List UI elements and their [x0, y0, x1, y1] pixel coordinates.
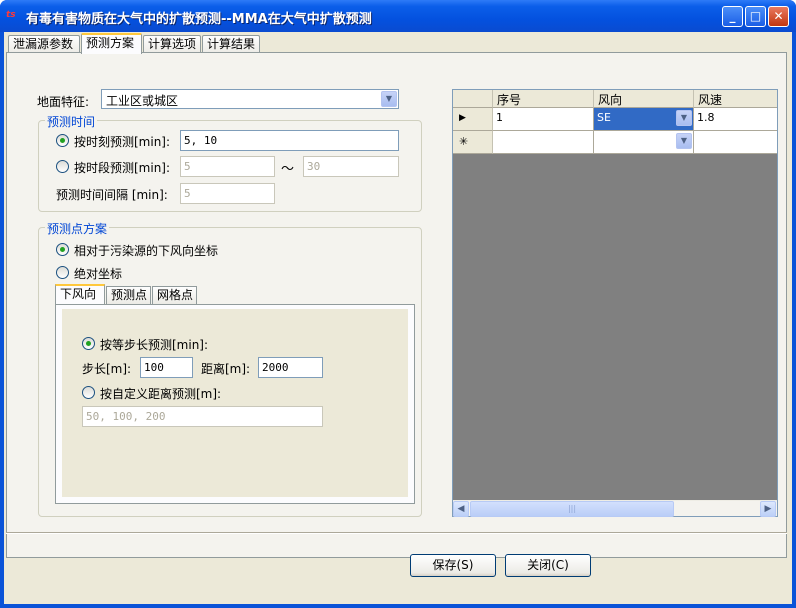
moment-label: 按时刻预测[min]:: [74, 135, 171, 149]
tab-prediction-scheme[interactable]: 预测方案: [81, 33, 142, 54]
distance-label: 距离[m]:: [201, 362, 251, 376]
tab-leak-source[interactable]: 泄漏源参数: [8, 35, 80, 53]
col-header-speed[interactable]: 风速: [694, 90, 777, 108]
cell-direction-select[interactable]: SE ▼: [594, 108, 694, 131]
prediction-time-group: 预测时间 按时刻预测[min]: 5, 10 按时段预测[min]: 5 ～ 3…: [38, 113, 422, 212]
period-label: 按时段预测[min]:: [74, 161, 171, 175]
custom-distance-input[interactable]: 50, 100, 200: [82, 406, 323, 427]
row-indicator-new[interactable]: ✳: [453, 131, 493, 154]
scrollbar-thumb[interactable]: |||: [470, 501, 674, 517]
minimize-button[interactable]: _: [722, 6, 743, 27]
maximize-button[interactable]: □: [745, 6, 766, 27]
downwind-subpage: 按等步长预测[min]: 步长[m]: 100 距离[m]: 2000 按自定义…: [55, 304, 415, 504]
cell-direction-value: SE: [597, 111, 611, 124]
chevron-down-icon[interactable]: ▼: [676, 110, 692, 126]
period-from-input[interactable]: 5: [180, 156, 275, 177]
app-icon: ts: [6, 10, 16, 20]
distance-input[interactable]: 2000: [258, 357, 323, 378]
equal-step-radio[interactable]: [82, 337, 95, 350]
ground-feature-select[interactable]: 工业区或城区 ▼: [101, 89, 399, 109]
absolute-coords-radio[interactable]: [56, 266, 69, 279]
arrow-left-icon[interactable]: ◀: [453, 501, 469, 517]
close-button[interactable]: 关闭(C): [505, 554, 591, 577]
close-window-button[interactable]: ✕: [768, 6, 789, 27]
period-to-input[interactable]: 30: [303, 156, 399, 177]
interval-input[interactable]: 5: [180, 183, 275, 204]
ground-feature-value: 工业区或城区: [106, 94, 179, 108]
grid-corner-header: [453, 90, 493, 108]
bottom-separator: [6, 532, 787, 534]
client-area: 泄漏源参数 预测方案 计算选项 计算结果 地面特征: 工业区或城区 ▼ 预测时间…: [4, 32, 792, 604]
col-header-direction[interactable]: 风向: [594, 90, 694, 108]
tab-calc-options[interactable]: 计算选项: [143, 35, 201, 53]
absolute-coords-label: 绝对坐标: [74, 267, 123, 281]
period-tilde: ～: [281, 162, 295, 177]
row-indicator-current[interactable]: ▶: [453, 108, 493, 131]
relative-coords-label: 相对于污染源的下风向坐标: [74, 244, 219, 258]
tab-page-prediction-scheme: 地面特征: 工业区或城区 ▼ 预测时间 按时刻预测[min]: 5, 10 按时…: [6, 52, 787, 558]
moment-input[interactable]: 5, 10: [180, 130, 399, 151]
subtab-downwind[interactable]: 下风向: [55, 284, 105, 304]
custom-distance-label: 按自定义距离预测[m]:: [100, 387, 222, 401]
relative-coords-radio[interactable]: [56, 243, 69, 256]
prediction-point-group: 预测点方案 相对于污染源的下风向坐标 绝对坐标 下风向 预测点 网格点 按等步长…: [38, 220, 422, 517]
subtab-grid-points[interactable]: 网格点: [152, 286, 197, 304]
cell-speed[interactable]: 1.8: [694, 108, 777, 131]
chevron-down-icon[interactable]: ▼: [676, 133, 692, 149]
col-header-no[interactable]: 序号: [493, 90, 594, 108]
step-label: 步长[m]:: [82, 362, 132, 376]
cell-no-new[interactable]: [493, 131, 594, 154]
tab-calc-results[interactable]: 计算结果: [202, 35, 260, 53]
direction-dropdown[interactable]: ▼: [676, 110, 692, 127]
title-bar[interactable]: ts 有毒有害物质在大气中的扩散预测--MMA在大气中扩散预测 _ □ ✕: [0, 0, 796, 32]
step-input[interactable]: 100: [140, 357, 193, 378]
wind-data-grid: 序号 风向 风速 ▶ 1 SE ▼ 1.8 ✳ ▼ ◀ ||| ▶: [452, 89, 778, 517]
chevron-down-icon[interactable]: ▼: [381, 91, 397, 107]
moment-radio[interactable]: [56, 134, 69, 147]
save-button[interactable]: 保存(S): [410, 554, 496, 577]
main-window: ts 有毒有害物质在大气中的扩散预测--MMA在大气中扩散预测 _ □ ✕ 泄漏…: [0, 0, 796, 608]
cell-no[interactable]: 1: [493, 108, 594, 131]
equal-step-label: 按等步长预测[min]:: [100, 338, 209, 352]
downwind-panel: 按等步长预测[min]: 步长[m]: 100 距离[m]: 2000 按自定义…: [62, 309, 408, 497]
interval-label: 预测时间间隔 [min]:: [56, 188, 168, 202]
period-radio[interactable]: [56, 160, 69, 173]
subtab-points[interactable]: 预测点: [106, 286, 151, 304]
arrow-right-icon[interactable]: ▶: [760, 501, 776, 517]
prediction-point-title: 预测点方案: [45, 220, 110, 237]
custom-distance-radio[interactable]: [82, 386, 95, 399]
ground-feature-label: 地面特征:: [37, 95, 90, 109]
cell-speed-new[interactable]: [694, 131, 777, 154]
prediction-time-title: 预测时间: [45, 113, 98, 130]
window-title: 有毒有害物质在大气中的扩散预测--MMA在大气中扩散预测: [26, 12, 372, 27]
grid-horizontal-scrollbar[interactable]: ◀ ||| ▶: [453, 500, 777, 517]
cell-direction-new[interactable]: ▼: [594, 131, 694, 154]
point-subtabstrip: 下风向 预测点 网格点: [55, 284, 415, 306]
